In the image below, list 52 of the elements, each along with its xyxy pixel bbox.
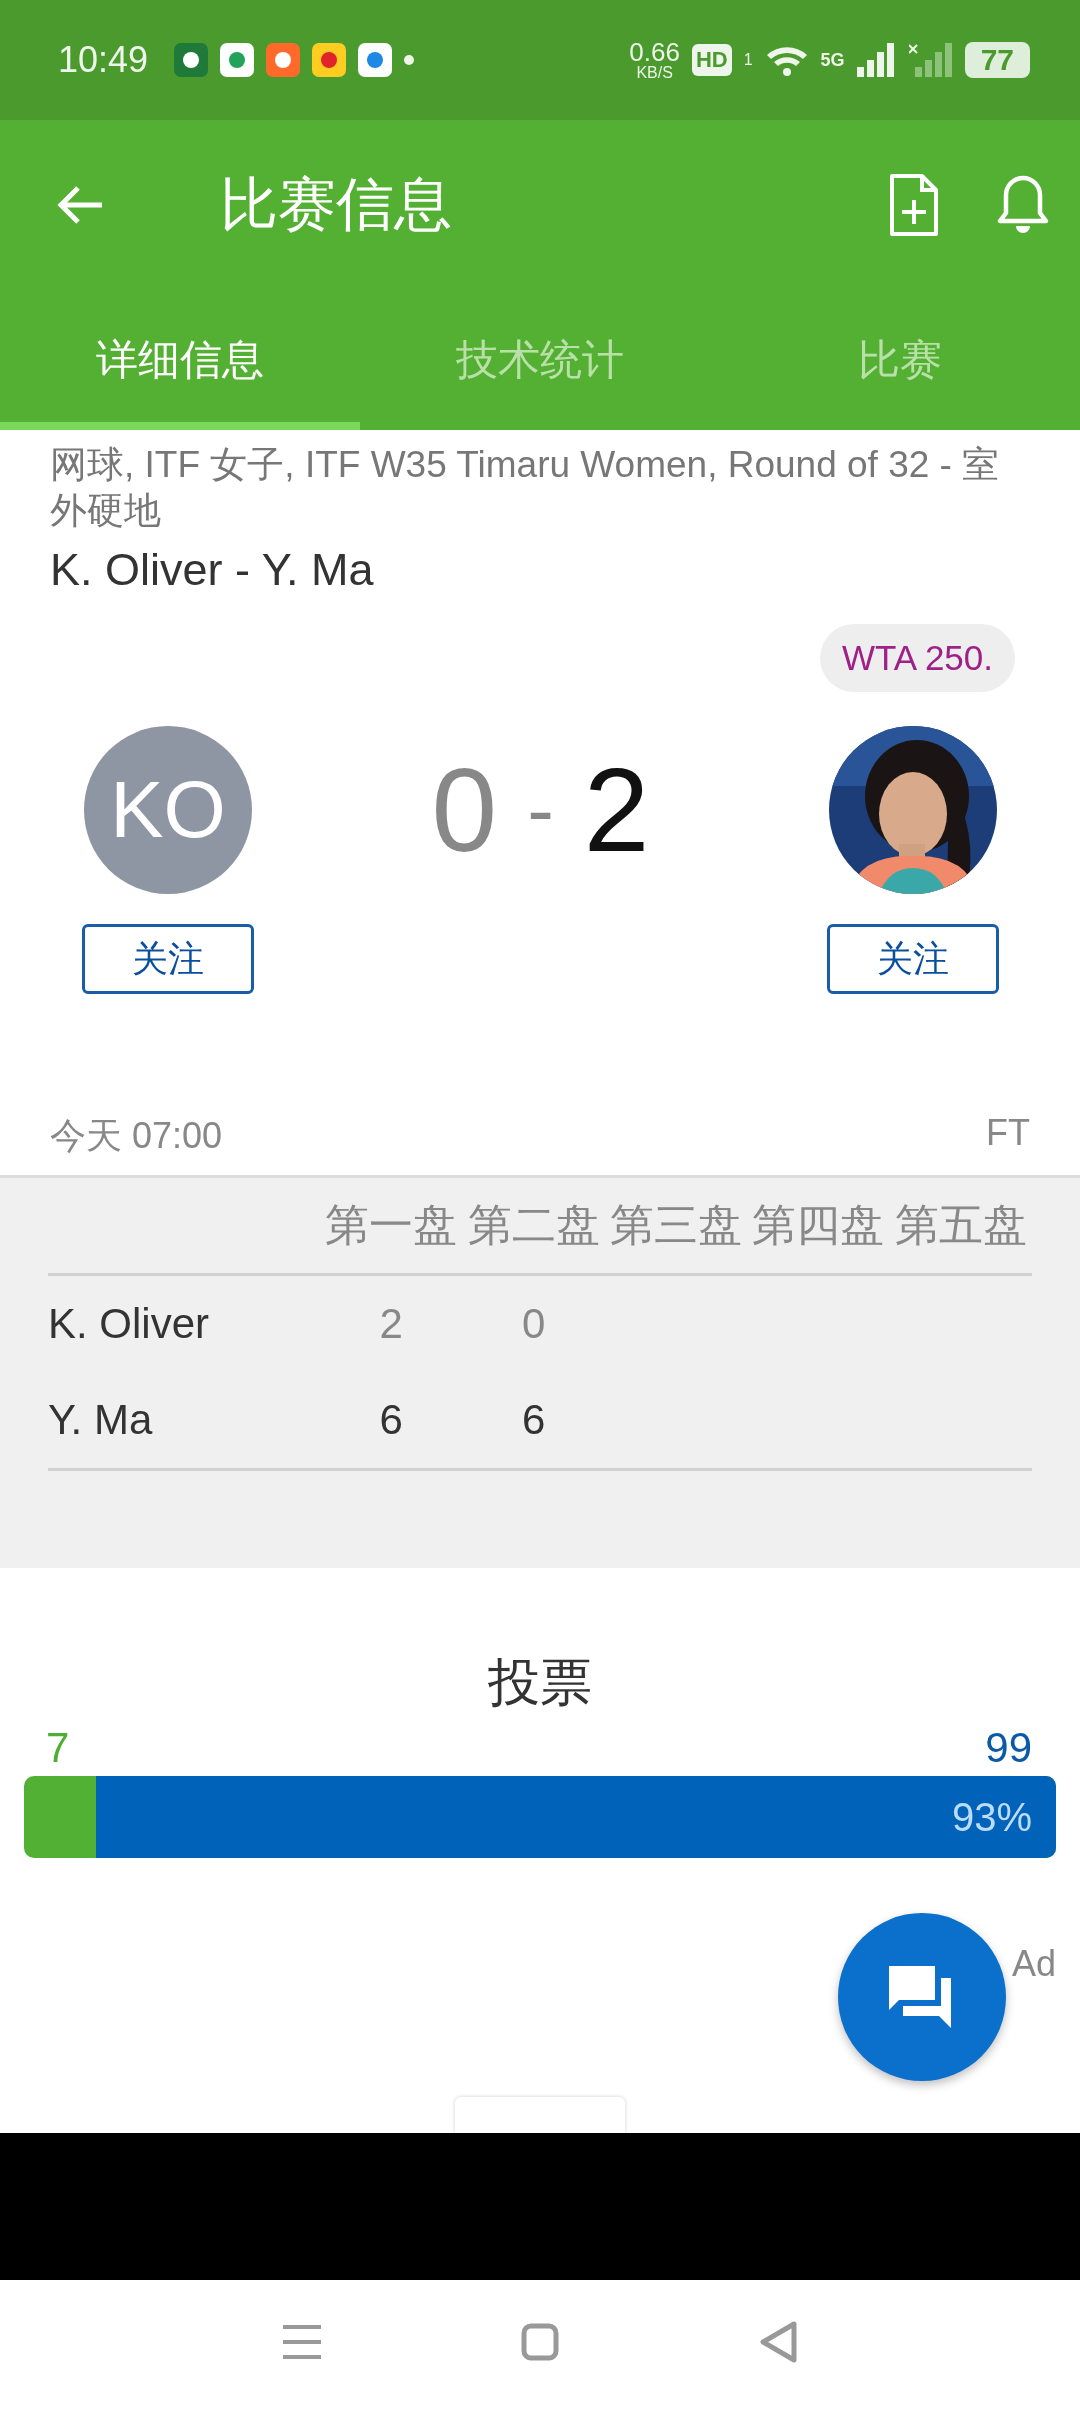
match-title: K. Oliver - Y. Ma <box>50 544 375 596</box>
hd-sim-number: 1 <box>743 51 753 69</box>
score: 0 <box>431 743 498 878</box>
home-vote-count: 7 <box>46 1724 70 1772</box>
battery-level: 77 <box>964 42 1030 78</box>
network-speed-unit: KB/S <box>636 65 673 81</box>
notification-app-icon <box>266 43 301 77</box>
column-header: 第五盘 <box>893 1199 1028 1251</box>
column-header: 第一盘 <box>324 1199 459 1251</box>
hd-badge: HD <box>691 44 732 76</box>
follow-button[interactable]: 关注 <box>827 924 999 994</box>
column-header: 第四盘 <box>751 1199 886 1251</box>
ad-label: Ad <box>1011 1943 1056 1985</box>
vote-percent: 93% <box>951 1794 1032 1841</box>
competition-info: 网球, ITF 女子, ITF W35 Timaru Women, Round of 32 - 室外硬地 <box>50 443 1001 533</box>
back-icon[interactable] <box>759 2321 797 2363</box>
tab[interactable]: 比赛 <box>720 290 1080 430</box>
set-score: 6 <box>378 1396 404 1444</box>
bell-icon[interactable] <box>996 174 1050 236</box>
column-header: 第二盘 <box>466 1199 601 1251</box>
add-document-icon[interactable] <box>888 172 940 238</box>
set-score: 0 <box>520 1300 547 1348</box>
set-score: 2 <box>378 1300 404 1348</box>
network-speed: 0.66 <box>629 39 680 65</box>
match-time: 今天 07:00 <box>50 1114 223 1158</box>
away-vote-count: 99 <box>985 1724 1032 1772</box>
network-type: 5G <box>820 49 845 71</box>
score: 2 <box>583 743 650 878</box>
tab[interactable]: 技术统计 <box>360 290 720 430</box>
score-separator: - <box>527 764 554 856</box>
follow-button[interactable]: 关注 <box>82 924 254 994</box>
signal-icon <box>856 43 897 77</box>
notification-app-icon <box>358 43 393 77</box>
column-header: 第三盘 <box>609 1199 743 1251</box>
player-avatar: KO <box>84 726 252 894</box>
vote-title: 投票 <box>487 1652 593 1713</box>
home-icon[interactable] <box>521 2323 559 2361</box>
no-signal-icon <box>908 43 953 77</box>
tab[interactable]: 详细信息 <box>0 290 360 430</box>
tier-badge: WTA 250. <box>819 624 1015 692</box>
match-status: FT <box>986 1112 1030 1155</box>
notification-app-icon <box>312 43 347 77</box>
player-name: K. Oliver <box>48 1300 211 1348</box>
screen-title: 比赛信息 <box>220 170 453 238</box>
notification-app-icon <box>174 43 209 77</box>
notification-app-icon <box>220 43 255 77</box>
menu-icon[interactable] <box>283 2324 321 2360</box>
set-score: 6 <box>520 1396 547 1444</box>
back-arrow-icon[interactable] <box>56 185 104 225</box>
notification-dot-icon <box>404 55 415 65</box>
player-name: Y. Ma <box>48 1396 154 1444</box>
status-time: 10:49 <box>58 39 149 81</box>
